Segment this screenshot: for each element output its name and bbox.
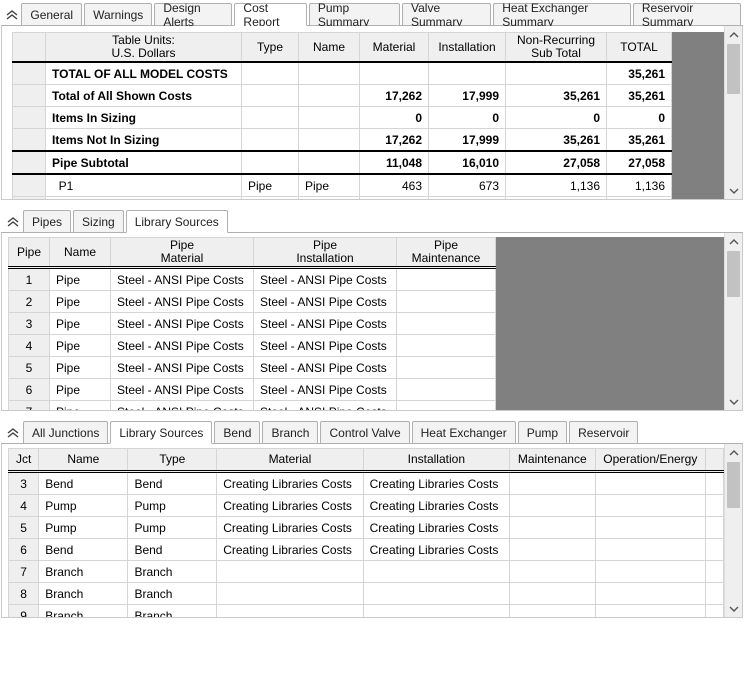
scroll-down-icon[interactable] (725, 600, 742, 617)
col-op-energy: Operation/Energy (595, 449, 706, 472)
table-row[interactable]: 8BranchBranch (9, 583, 724, 605)
col-maintenance: Maintenance (510, 449, 596, 472)
table-row[interactable]: TOTAL OF ALL MODEL COSTS35,261 (13, 62, 672, 85)
scroll-thumb[interactable] (727, 462, 740, 508)
col-extra (706, 449, 724, 472)
table-row[interactable]: 6BendBendCreating Libraries CostsCreatin… (9, 539, 724, 561)
scroll-up-icon[interactable] (725, 444, 742, 461)
col-jct: Jct (9, 449, 39, 472)
top-tab-valve-summary[interactable]: Valve Summary (402, 3, 491, 25)
table-row[interactable]: 1PipeSteel - ANSI Pipe CostsSteel - ANSI… (9, 268, 496, 291)
top-tab-pump-summary[interactable]: Pump Summary (309, 3, 400, 25)
top-tab-design-alerts[interactable]: Design Alerts (154, 3, 232, 25)
col-installation: Installation (429, 33, 506, 63)
table-row[interactable]: P2PipePipe4462107107 (13, 197, 672, 199)
scroll-up-icon[interactable] (725, 233, 742, 250)
mid-tab-sizing[interactable]: Sizing (73, 210, 124, 232)
panel-pipe-library: PipesSizingLibrary Sources Pipe Name Pip… (0, 207, 744, 412)
table-pipe-library[interactable]: Pipe Name PipeMaterial PipeInstallation … (8, 237, 496, 410)
tabstrip-top: GeneralWarningsDesign AlertsCost ReportP… (1, 1, 743, 26)
table-row[interactable]: 9BranchBranch (9, 605, 724, 618)
scrollbar-bot[interactable] (724, 444, 742, 617)
col-material: Material (217, 449, 363, 472)
col-pipe-maintenance: PipeMaintenance (397, 238, 496, 268)
bot-tab-library-sources[interactable]: Library Sources (110, 421, 212, 444)
scroll-thumb[interactable] (727, 44, 740, 94)
empty-area (496, 237, 724, 410)
col-units: Table Units:U.S. Dollars (46, 33, 242, 63)
scroll-down-icon[interactable] (725, 182, 742, 199)
scroll-thumb[interactable] (727, 251, 740, 297)
table-row[interactable]: P1PipePipe4636731,1361,136 (13, 174, 672, 197)
scrollbar-mid[interactable] (724, 233, 742, 410)
col-type: Type (242, 33, 299, 63)
mid-tab-library-sources[interactable]: Library Sources (126, 210, 228, 233)
bot-tab-reservoir[interactable]: Reservoir (569, 421, 638, 443)
col-name: Name (50, 238, 111, 268)
collapse-toggle-mid[interactable] (5, 210, 21, 232)
top-tab-heat-exchanger-summary[interactable]: Heat Exchanger Summary (493, 3, 631, 25)
bot-tab-bend[interactable]: Bend (214, 421, 260, 443)
top-tab-general[interactable]: General (21, 3, 82, 25)
col-pipe: Pipe (9, 238, 50, 268)
collapse-toggle-top[interactable] (5, 3, 19, 25)
scroll-down-icon[interactable] (725, 393, 742, 410)
table-row[interactable]: Pipe Subtotal11,04816,01027,05827,058 (13, 151, 672, 174)
col-material: Material (360, 33, 429, 63)
col-total: TOTAL (607, 33, 672, 63)
tabstrip-mid: PipesSizingLibrary Sources (1, 208, 743, 233)
table-cost-report[interactable]: Table Units:U.S. Dollars Type Name Mater… (12, 32, 672, 199)
pane-junction-library: Jct Name Type Material Installation Main… (1, 444, 743, 618)
bot-tab-branch[interactable]: Branch (262, 421, 318, 443)
top-tab-reservoir-summary[interactable]: Reservoir Summary (633, 3, 741, 25)
panel-junction-library: All JunctionsLibrary SourcesBendBranchCo… (0, 418, 744, 619)
bot-tab-heat-exchanger[interactable]: Heat Exchanger (412, 421, 516, 443)
scrollbar-top[interactable] (724, 26, 742, 199)
tabstrip-bot: All JunctionsLibrary SourcesBendBranchCo… (1, 419, 743, 444)
table-row[interactable]: Items Not In Sizing17,26217,99935,26135,… (13, 129, 672, 152)
table-row[interactable]: 5PumpPumpCreating Libraries CostsCreatin… (9, 517, 724, 539)
table-row[interactable]: 6PipeSteel - ANSI Pipe CostsSteel - ANSI… (9, 379, 496, 401)
table-row[interactable]: Total of All Shown Costs17,26217,99935,2… (13, 85, 672, 107)
table-row[interactable]: 7PipeSteel - ANSI Pipe CostsSteel - ANSI… (9, 401, 496, 410)
pane-cost-report: Table Units:U.S. Dollars Type Name Mater… (1, 26, 743, 200)
table-row[interactable]: Items In Sizing0000 (13, 107, 672, 129)
table-junction-library[interactable]: Jct Name Type Material Installation Main… (8, 448, 724, 617)
col-rowhead (13, 33, 46, 63)
top-tab-cost-report[interactable]: Cost Report (234, 3, 306, 26)
table-row[interactable]: 5PipeSteel - ANSI Pipe CostsSteel - ANSI… (9, 357, 496, 379)
col-type: Type (128, 449, 217, 472)
mid-tab-pipes[interactable]: Pipes (23, 210, 71, 232)
col-subtotal: Non-RecurringSub Total (506, 33, 607, 63)
top-tab-warnings[interactable]: Warnings (84, 3, 152, 25)
bot-tab-pump[interactable]: Pump (518, 421, 567, 443)
table-row[interactable]: 4PipeSteel - ANSI Pipe CostsSteel - ANSI… (9, 335, 496, 357)
pane-pipe-library: Pipe Name PipeMaterial PipeInstallation … (1, 233, 743, 411)
table-row[interactable]: 7BranchBranch (9, 561, 724, 583)
empty-area (672, 32, 724, 199)
table-row[interactable]: 4PumpPumpCreating Libraries CostsCreatin… (9, 495, 724, 517)
col-pipe-material: PipeMaterial (111, 238, 254, 268)
table-row[interactable]: 3BendBendCreating Libraries CostsCreatin… (9, 472, 724, 495)
bot-tab-control-valve[interactable]: Control Valve (320, 421, 409, 443)
table-row[interactable]: 2PipeSteel - ANSI Pipe CostsSteel - ANSI… (9, 291, 496, 313)
table-row[interactable]: 3PipeSteel - ANSI Pipe CostsSteel - ANSI… (9, 313, 496, 335)
collapse-toggle-bot[interactable] (5, 421, 21, 443)
col-name: Name (39, 449, 128, 472)
col-pipe-installation: PipeInstallation (254, 238, 397, 268)
panel-cost-report: GeneralWarningsDesign AlertsCost ReportP… (0, 0, 744, 201)
scroll-up-icon[interactable] (725, 26, 742, 43)
col-installation: Installation (363, 449, 509, 472)
bot-tab-all-junctions[interactable]: All Junctions (23, 421, 108, 443)
col-name: Name (299, 33, 360, 63)
